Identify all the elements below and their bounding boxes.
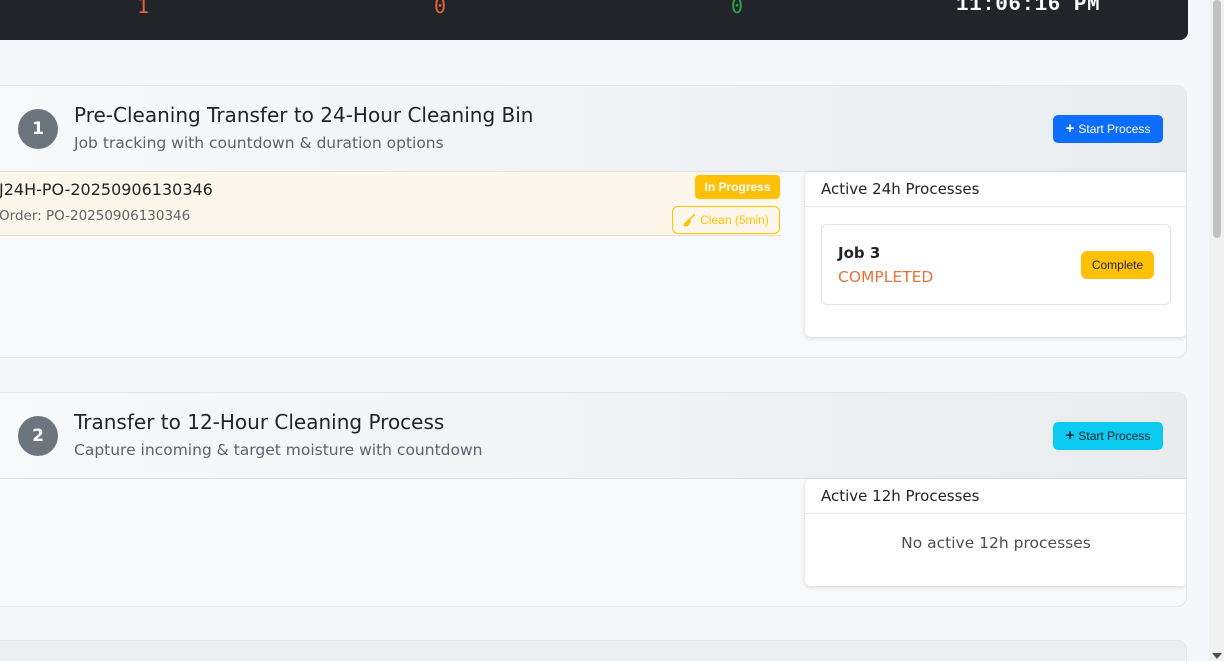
- stats-bar: 1 0 0 11:06:16 PM: [0, 0, 1188, 40]
- panel-title: Active 12h Processes: [805, 479, 1186, 514]
- panel-title: Active 24h Processes: [805, 172, 1186, 207]
- section-header: 1 Pre-Cleaning Transfer to 24-Hour Clean…: [0, 86, 1186, 172]
- status-badge: In Progress: [695, 175, 780, 199]
- process-card: Job 3 COMPLETED Complete: [821, 224, 1171, 305]
- scroll-down-arrow-icon[interactable]: [1212, 653, 1222, 659]
- process-card-status: COMPLETED: [838, 268, 934, 286]
- section-title: Pre-Cleaning Transfer to 24-Hour Cleanin…: [74, 103, 534, 127]
- complete-button[interactable]: Complete: [1081, 251, 1154, 279]
- stat-value-3: 0: [731, 0, 744, 18]
- job-order: Order: PO-20250906130346: [0, 208, 191, 224]
- section-24h-transfer: 1 Pre-Cleaning Transfer to 24-Hour Clean…: [0, 85, 1187, 358]
- process-card-title: Job 3: [838, 244, 881, 262]
- section-12h-transfer: 2 Transfer to 12-Hour Cleaning Process C…: [0, 392, 1187, 607]
- step-number: 2: [18, 416, 58, 456]
- section-header: 2 Transfer to 12-Hour Cleaning Process C…: [0, 393, 1186, 479]
- start-process-label: Start Process: [1078, 429, 1151, 443]
- live-clock: 11:06:16 PM: [956, 0, 1101, 17]
- active-24h-panel: Active 24h Processes Job 3 COMPLETED Com…: [805, 172, 1186, 337]
- start-process-button[interactable]: + Start Process: [1053, 422, 1163, 450]
- clean-button[interactable]: Clean (5min): [672, 206, 780, 234]
- start-process-label: Start Process: [1078, 122, 1151, 136]
- section-next: [0, 640, 1187, 661]
- job-row[interactable]: J24H-PO-20250906130346 Order: PO-2025090…: [0, 172, 781, 236]
- active-12h-panel: Active 12h Processes No active 12h proce…: [805, 479, 1186, 586]
- empty-message: No active 12h processes: [901, 534, 1091, 552]
- job-id: J24H-PO-20250906130346: [0, 180, 213, 199]
- section-subtitle: Capture incoming & target moisture with …: [74, 441, 483, 459]
- plus-icon: +: [1065, 120, 1075, 137]
- scrollbar[interactable]: [1209, 0, 1224, 661]
- stat-value-2: 0: [434, 0, 447, 18]
- section-subtitle: Job tracking with countdown & duration o…: [74, 134, 444, 152]
- scrollbar-thumb[interactable]: [1213, 0, 1221, 238]
- broom-icon: [683, 213, 696, 226]
- stat-value-1: 1: [137, 0, 150, 18]
- section-title: Transfer to 12-Hour Cleaning Process: [74, 410, 445, 434]
- start-process-button[interactable]: + Start Process: [1053, 115, 1163, 143]
- plus-icon: +: [1065, 427, 1075, 444]
- clean-button-label: Clean (5min): [700, 213, 769, 227]
- step-number: 1: [18, 109, 58, 149]
